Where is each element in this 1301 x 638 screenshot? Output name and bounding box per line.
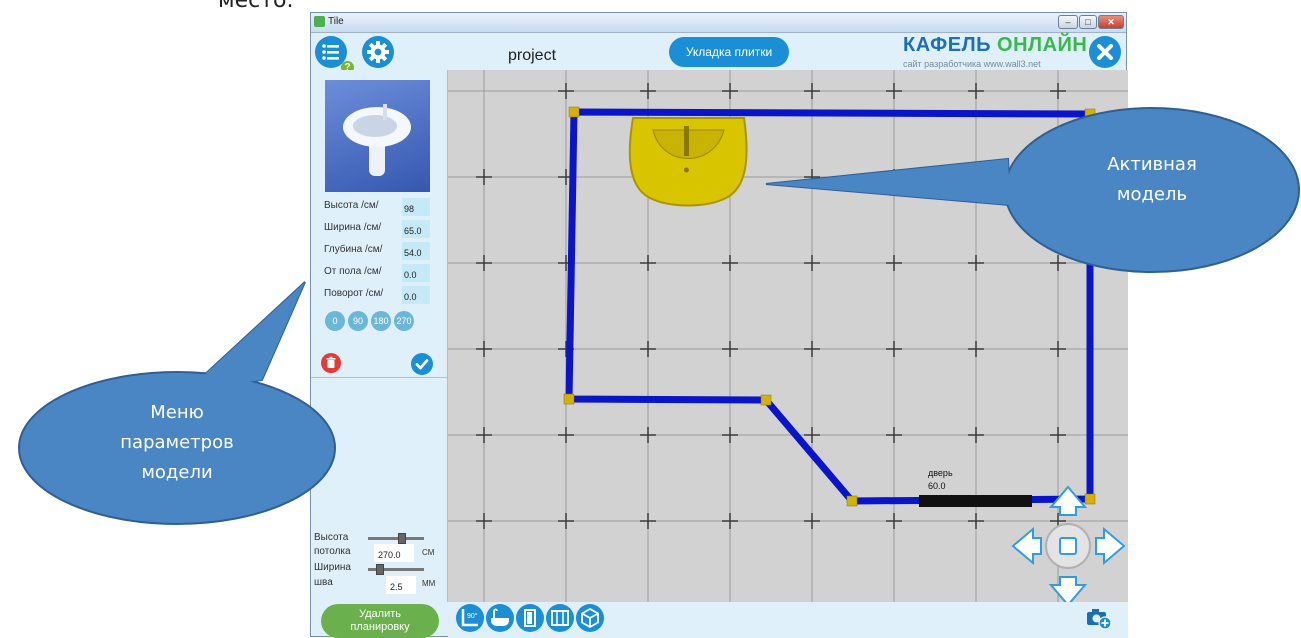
document-text-fragment: место. [218, 0, 294, 13]
ceiling-height-label-2: потолка [314, 546, 351, 557]
height-input[interactable]: 98 [402, 198, 430, 216]
ruler-angle-icon: 90° [461, 609, 478, 627]
pan-left-arrow[interactable] [1011, 526, 1042, 566]
ceiling-height-label-1: Высота [314, 532, 349, 543]
sink-model[interactable] [628, 117, 748, 207]
depth-label: Глубина /см/ [324, 244, 383, 255]
bathtub-tool-button[interactable] [486, 604, 514, 632]
active-model-callout-line-1: Активная [1107, 154, 1197, 175]
ruler-angle-label: 90° [467, 612, 478, 620]
model-thumbnail [325, 80, 430, 192]
ceiling-height-slider-knob[interactable] [398, 533, 406, 544]
seam-width-label-2: шва [314, 577, 333, 588]
pan-down-arrow[interactable] [1048, 576, 1088, 602]
door[interactable] [919, 495, 1032, 507]
rotate-90-button[interactable]: 90 [348, 311, 368, 331]
delete-plan-button[interactable]: Удалить планировку [321, 604, 439, 638]
door-width-label: 60.0 [928, 481, 946, 491]
pan-right-arrow[interactable] [1095, 526, 1126, 566]
3d-view-button[interactable] [576, 604, 604, 632]
bottom-toolbar: 90° [448, 602, 1128, 638]
wall-tool-button[interactable]: 90° [456, 604, 484, 632]
floor-offset-input[interactable]: 0.0 [402, 264, 430, 282]
door-tool-button[interactable] [516, 604, 544, 632]
rotate-180-button[interactable]: 180 [371, 311, 391, 331]
window-tool-button[interactable] [546, 604, 574, 632]
brand-subtitle: сайт разработчика www.wall3.net [903, 59, 1041, 69]
cube-icon [581, 608, 599, 628]
brand-part-1: КАФЕЛЬ [903, 34, 991, 56]
camera-add-icon [1087, 609, 1112, 630]
width-label: Ширина /см/ [324, 222, 382, 233]
ceiling-height-unit: СМ [422, 548, 435, 557]
screenshot-button[interactable] [1086, 606, 1112, 630]
door-label: дверь [928, 468, 953, 478]
app-icon [314, 16, 325, 27]
close-icon [1097, 44, 1113, 60]
height-label: Высота /см/ [324, 200, 379, 211]
rotation-input[interactable]: 0.0 [402, 286, 430, 304]
window-icon [551, 610, 569, 626]
params-callout-line-3: модели [141, 462, 213, 483]
sink-icon [343, 104, 411, 176]
params-callout-line-1: Меню [150, 402, 204, 423]
close-window-button[interactable]: ✕ [1098, 15, 1124, 29]
active-model-callout: Активная модель [760, 105, 1301, 275]
seam-width-label-1: Ширина [314, 562, 351, 573]
window-title: Tile [328, 16, 344, 27]
ceiling-height-slider[interactable] [368, 533, 424, 544]
close-app-button[interactable] [1089, 36, 1121, 68]
pan-up-arrow[interactable] [1048, 485, 1088, 516]
width-input[interactable]: 65.0 [402, 220, 430, 238]
check-icon [415, 359, 429, 370]
door-icon [524, 609, 536, 627]
depth-input[interactable]: 54.0 [402, 242, 430, 260]
delete-plan-label-2: планировку [350, 621, 410, 633]
center-square-icon [1059, 537, 1077, 555]
apply-button[interactable] [411, 353, 433, 375]
title-bar: Tile – □ ✕ [311, 13, 1126, 33]
params-callout-line-2: параметров [120, 432, 234, 453]
seam-width-unit: ММ [422, 579, 436, 588]
params-menu-callout: Меню параметров модели [0, 270, 346, 530]
project-name: project [508, 47, 557, 64]
settings-button[interactable] [362, 36, 394, 68]
bathtub-icon [491, 608, 509, 626]
tile-laying-button[interactable]: Укладка плитки [669, 37, 789, 67]
brand-part-2: ОНЛАЙН [997, 34, 1088, 56]
seam-width-slider-knob[interactable] [376, 564, 384, 575]
active-model-callout-line-2: модель [1116, 184, 1188, 205]
ceiling-height-input[interactable]: 270.0 [374, 544, 414, 562]
seam-width-slider[interactable] [368, 564, 424, 575]
rotate-270-button[interactable]: 270 [394, 311, 414, 331]
minimize-button[interactable]: – [1058, 15, 1078, 29]
brand-logo: КАФЕЛЬ ОНЛАЙН [903, 34, 1087, 57]
seam-width-input[interactable]: 2.5 [386, 576, 416, 594]
gear-icon [367, 41, 389, 63]
delete-plan-label-1: Удалить [359, 608, 401, 620]
maximize-button[interactable]: □ [1079, 15, 1097, 29]
